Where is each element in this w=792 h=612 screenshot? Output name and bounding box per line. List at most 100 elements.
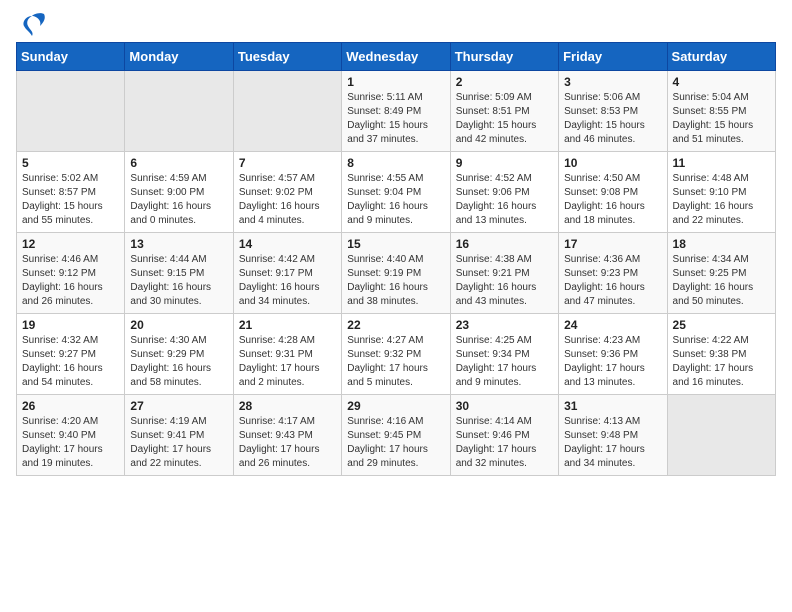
calendar-cell: 6 Sunrise: 4:59 AM Sunset: 9:00 PM Daylig…	[125, 152, 233, 233]
day-detail: Sunrise: 4:42 AM Sunset: 9:17 PM Dayligh…	[239, 253, 336, 309]
calendar-cell: 22 Sunrise: 4:27 AM Sunset: 9:32 PM Dayli…	[342, 314, 450, 395]
day-detail: Sunrise: 5:04 AM Sunset: 8:55 PM Dayligh…	[673, 91, 770, 147]
calendar-cell: 24Sunrise: 4:23 AM Sunset: 9:36 PM Dayli…	[559, 314, 667, 395]
day-detail: Sunrise: 4:46 AM Sunset: 9:12 PM Dayligh…	[22, 253, 119, 309]
day-detail: Sunrise: 4:14 AM Sunset: 9:46 PM Dayligh…	[456, 415, 553, 471]
day-detail: Sunrise: 4:28 AM Sunset: 9:31 PM Dayligh…	[239, 334, 336, 390]
day-number: 1	[347, 75, 444, 89]
calendar-cell: 11Sunrise: 4:48 AM Sunset: 9:10 PM Dayli…	[667, 152, 775, 233]
day-detail: Sunrise: 4:23 AM Sunset: 9:36 PM Dayligh…	[564, 334, 661, 390]
day-detail: Sunrise: 4:19 AM Sunset: 9:41 PM Dayligh…	[130, 415, 227, 471]
calendar-cell	[667, 395, 775, 476]
calendar-cell: 25Sunrise: 4:22 AM Sunset: 9:38 PM Dayli…	[667, 314, 775, 395]
day-detail: Sunrise: 4:16 AM Sunset: 9:45 PM Dayligh…	[347, 415, 444, 471]
calendar-header-row: SundayMondayTuesdayWednesdayThursdayFrid…	[17, 43, 776, 71]
day-number: 8	[347, 156, 444, 170]
calendar-cell: 31 Sunrise: 4:13 AM Sunset: 9:48 PM Dayli…	[559, 395, 667, 476]
day-detail: Sunrise: 4:13 AM Sunset: 9:48 PM Dayligh…	[564, 415, 661, 471]
day-number: 14	[239, 237, 336, 251]
day-number: 13	[130, 237, 227, 251]
day-detail: Sunrise: 4:17 AM Sunset: 9:43 PM Dayligh…	[239, 415, 336, 471]
header-thursday: Thursday	[450, 43, 558, 71]
day-number: 16	[456, 237, 553, 251]
logo-bird-icon	[18, 12, 46, 40]
day-detail: Sunrise: 4:48 AM Sunset: 9:10 PM Dayligh…	[673, 172, 770, 228]
day-number: 21	[239, 318, 336, 332]
day-detail: Sunrise: 4:50 AM Sunset: 9:08 PM Dayligh…	[564, 172, 661, 228]
calendar-cell: 12 Sunrise: 4:46 AM Sunset: 9:12 PM Dayli…	[17, 233, 125, 314]
day-detail: Sunrise: 4:27 AM Sunset: 9:32 PM Dayligh…	[347, 334, 444, 390]
calendar-cell: 17 Sunrise: 4:36 AM Sunset: 9:23 PM Dayli…	[559, 233, 667, 314]
header-tuesday: Tuesday	[233, 43, 341, 71]
calendar-cell: 2 Sunrise: 5:09 AM Sunset: 8:51 PM Daylig…	[450, 71, 558, 152]
day-number: 27	[130, 399, 227, 413]
day-detail: Sunrise: 5:06 AM Sunset: 8:53 PM Dayligh…	[564, 91, 661, 147]
calendar-cell: 19Sunrise: 4:32 AM Sunset: 9:27 PM Dayli…	[17, 314, 125, 395]
calendar-cell: 15Sunrise: 4:40 AM Sunset: 9:19 PM Dayli…	[342, 233, 450, 314]
day-detail: Sunrise: 4:38 AM Sunset: 9:21 PM Dayligh…	[456, 253, 553, 309]
day-detail: Sunrise: 4:34 AM Sunset: 9:25 PM Dayligh…	[673, 253, 770, 309]
calendar-cell: 4 Sunrise: 5:04 AM Sunset: 8:55 PM Daylig…	[667, 71, 775, 152]
calendar-week-row: 1 Sunrise: 5:11 AM Sunset: 8:49 PM Daylig…	[17, 71, 776, 152]
day-number: 20	[130, 318, 227, 332]
day-number: 31	[564, 399, 661, 413]
day-number: 3	[564, 75, 661, 89]
logo	[16, 16, 46, 34]
day-detail: Sunrise: 4:32 AM Sunset: 9:27 PM Dayligh…	[22, 334, 119, 390]
day-detail: Sunrise: 4:59 AM Sunset: 9:00 PM Dayligh…	[130, 172, 227, 228]
day-number: 23	[456, 318, 553, 332]
day-number: 9	[456, 156, 553, 170]
day-number: 5	[22, 156, 119, 170]
calendar-cell: 18 Sunrise: 4:34 AM Sunset: 9:25 PM Dayli…	[667, 233, 775, 314]
header-saturday: Saturday	[667, 43, 775, 71]
calendar-cell: 21 Sunrise: 4:28 AM Sunset: 9:31 PM Dayli…	[233, 314, 341, 395]
calendar-cell: 13 Sunrise: 4:44 AM Sunset: 9:15 PM Dayli…	[125, 233, 233, 314]
calendar-cell: 8 Sunrise: 4:55 AM Sunset: 9:04 PM Daylig…	[342, 152, 450, 233]
day-detail: Sunrise: 4:57 AM Sunset: 9:02 PM Dayligh…	[239, 172, 336, 228]
header-wednesday: Wednesday	[342, 43, 450, 71]
calendar-cell: 7 Sunrise: 4:57 AM Sunset: 9:02 PM Daylig…	[233, 152, 341, 233]
header-monday: Monday	[125, 43, 233, 71]
day-detail: Sunrise: 5:11 AM Sunset: 8:49 PM Dayligh…	[347, 91, 444, 147]
day-detail: Sunrise: 4:44 AM Sunset: 9:15 PM Dayligh…	[130, 253, 227, 309]
calendar-cell: 28 Sunrise: 4:17 AM Sunset: 9:43 PM Dayli…	[233, 395, 341, 476]
day-detail: Sunrise: 4:36 AM Sunset: 9:23 PM Dayligh…	[564, 253, 661, 309]
page-header	[16, 16, 776, 34]
day-number: 6	[130, 156, 227, 170]
day-detail: Sunrise: 4:25 AM Sunset: 9:34 PM Dayligh…	[456, 334, 553, 390]
calendar-cell	[17, 71, 125, 152]
calendar-week-row: 12 Sunrise: 4:46 AM Sunset: 9:12 PM Dayli…	[17, 233, 776, 314]
day-number: 12	[22, 237, 119, 251]
day-number: 30	[456, 399, 553, 413]
day-detail: Sunrise: 4:22 AM Sunset: 9:38 PM Dayligh…	[673, 334, 770, 390]
calendar-cell: 30 Sunrise: 4:14 AM Sunset: 9:46 PM Dayli…	[450, 395, 558, 476]
calendar-cell: 1 Sunrise: 5:11 AM Sunset: 8:49 PM Daylig…	[342, 71, 450, 152]
calendar-week-row: 5 Sunrise: 5:02 AM Sunset: 8:57 PM Daylig…	[17, 152, 776, 233]
day-detail: Sunrise: 4:55 AM Sunset: 9:04 PM Dayligh…	[347, 172, 444, 228]
day-detail: Sunrise: 4:52 AM Sunset: 9:06 PM Dayligh…	[456, 172, 553, 228]
calendar-cell: 5 Sunrise: 5:02 AM Sunset: 8:57 PM Daylig…	[17, 152, 125, 233]
day-detail: Sunrise: 4:20 AM Sunset: 9:40 PM Dayligh…	[22, 415, 119, 471]
calendar-cell: 9 Sunrise: 4:52 AM Sunset: 9:06 PM Daylig…	[450, 152, 558, 233]
day-detail: Sunrise: 5:09 AM Sunset: 8:51 PM Dayligh…	[456, 91, 553, 147]
calendar-cell	[233, 71, 341, 152]
header-friday: Friday	[559, 43, 667, 71]
day-number: 18	[673, 237, 770, 251]
day-detail: Sunrise: 5:02 AM Sunset: 8:57 PM Dayligh…	[22, 172, 119, 228]
calendar-table: SundayMondayTuesdayWednesdayThursdayFrid…	[16, 42, 776, 476]
day-number: 17	[564, 237, 661, 251]
day-number: 29	[347, 399, 444, 413]
header-sunday: Sunday	[17, 43, 125, 71]
calendar-cell: 3 Sunrise: 5:06 AM Sunset: 8:53 PM Daylig…	[559, 71, 667, 152]
day-number: 22	[347, 318, 444, 332]
calendar-cell: 23 Sunrise: 4:25 AM Sunset: 9:34 PM Dayli…	[450, 314, 558, 395]
calendar-cell: 14 Sunrise: 4:42 AM Sunset: 9:17 PM Dayli…	[233, 233, 341, 314]
calendar-cell: 10Sunrise: 4:50 AM Sunset: 9:08 PM Dayli…	[559, 152, 667, 233]
calendar-cell	[125, 71, 233, 152]
day-number: 28	[239, 399, 336, 413]
day-number: 7	[239, 156, 336, 170]
calendar-cell: 16 Sunrise: 4:38 AM Sunset: 9:21 PM Dayli…	[450, 233, 558, 314]
day-number: 2	[456, 75, 553, 89]
calendar-cell: 20Sunrise: 4:30 AM Sunset: 9:29 PM Dayli…	[125, 314, 233, 395]
day-number: 4	[673, 75, 770, 89]
